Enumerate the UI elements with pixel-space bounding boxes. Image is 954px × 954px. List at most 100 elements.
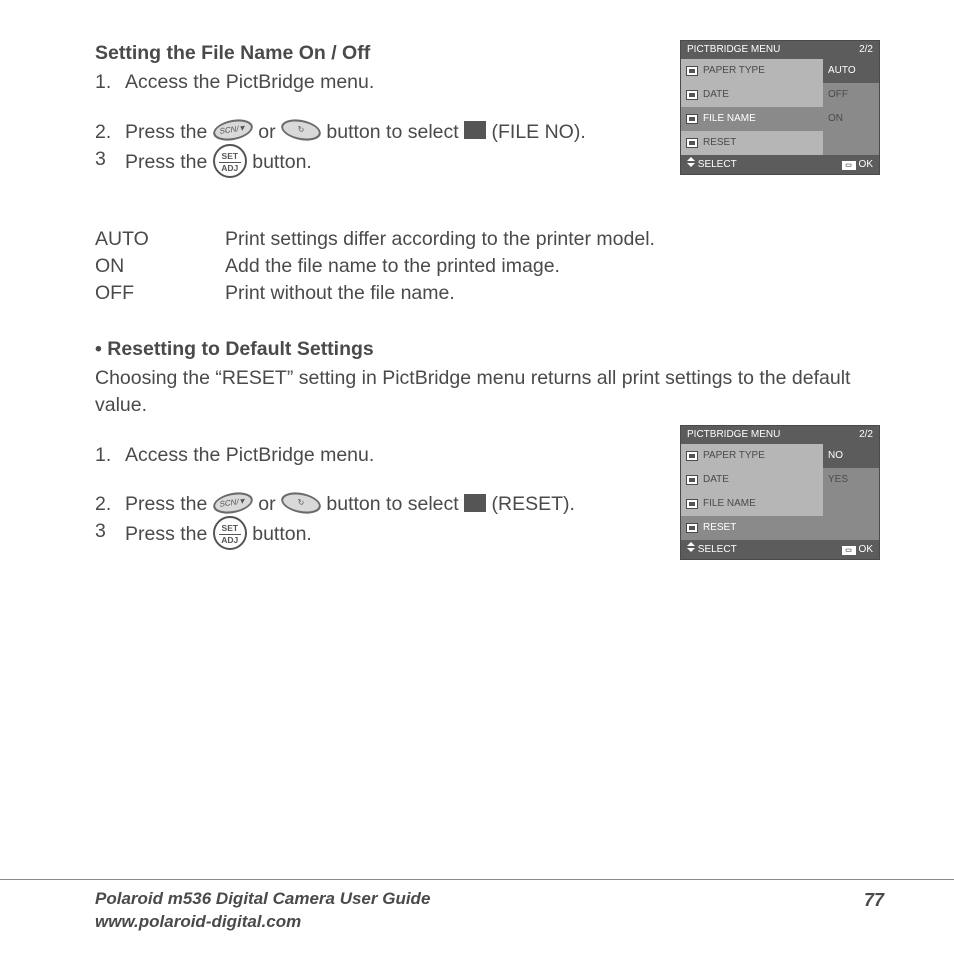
lcd-header: PICTBRIDGE MENU 2/2 [681, 426, 879, 444]
lcd-value-item: YES [823, 468, 879, 492]
lcd-left-column: PAPER TYPE DATE FILE NAME RESET [681, 444, 823, 540]
text-fragment: (RESET). [492, 493, 575, 515]
definition-row: ON Add the file name to the printed imag… [95, 253, 884, 280]
definition-term: AUTO [95, 226, 225, 253]
value-item-label: OFF [828, 88, 848, 102]
lcd-footer-ok: OK [859, 159, 873, 170]
lcd-menu-item: FILE NAME [681, 492, 823, 516]
menu-item-icon [686, 90, 698, 100]
set-adj-button-icon: SET ADJ [213, 516, 247, 550]
menu-item-label: FILE NAME [703, 497, 756, 511]
lcd-left-column: PAPER TYPE DATE FILE NAME RESET [681, 59, 823, 155]
ok-box-icon: ▭ [842, 546, 856, 555]
file-no-icon [464, 121, 486, 139]
definition-desc: Print settings differ according to the p… [225, 226, 655, 253]
scn-m-button-icon: SCN/▼ [212, 490, 253, 516]
text-fragment: Press the [125, 151, 213, 173]
definition-term: OFF [95, 280, 225, 307]
text-fragment: button. [252, 523, 312, 545]
lcd-header-page: 2/2 [859, 43, 873, 57]
lcd-menu-item: RESET [681, 516, 823, 540]
set-adj-button-icon: SET ADJ [213, 144, 247, 178]
lcd-value-item [823, 131, 879, 155]
definition-term: ON [95, 253, 225, 280]
definition-row: OFF Print without the file name. [95, 280, 884, 307]
flash-button-icon: ↻ [280, 117, 321, 143]
lcd-header-title: PICTBRIDGE MENU [687, 428, 780, 442]
text-fragment: Press the [125, 493, 213, 515]
lcd-menu-item: PAPER TYPE [681, 444, 823, 468]
menu-item-label: DATE [703, 88, 729, 102]
lcd-footer-select: SELECT [698, 544, 737, 555]
reset-icon [464, 494, 486, 512]
menu-item-icon [686, 523, 698, 533]
menu-item-icon [686, 451, 698, 461]
lcd-value-item: AUTO [823, 59, 879, 83]
footer-title: Polaroid m536 Digital Camera User Guide [95, 888, 430, 911]
text-fragment: Press the [125, 523, 213, 545]
lcd-footer-select: SELECT [698, 159, 737, 170]
menu-item-icon [686, 138, 698, 148]
adj-label: ADJ [215, 164, 245, 173]
definitions-list: AUTO Print settings differ according to … [95, 226, 884, 308]
footer-page-number: 77 [864, 888, 884, 913]
set-label: SET [215, 524, 245, 533]
lcd-footer: SELECT ▭OK [681, 540, 879, 559]
text-fragment: button to select [326, 493, 464, 515]
lcd-footer: SELECT ▭OK [681, 155, 879, 174]
lcd-menu-item: FILE NAME [681, 107, 823, 131]
value-item-label: ON [828, 112, 843, 126]
lcd-header-page: 2/2 [859, 428, 873, 442]
text-fragment: (FILE NO). [492, 121, 586, 143]
step-number: 2. [95, 119, 125, 146]
menu-item-label: PAPER TYPE [703, 64, 765, 78]
lcd-menu-item: DATE [681, 468, 823, 492]
value-item-label: YES [828, 473, 848, 487]
menu-item-icon [686, 114, 698, 124]
definition-desc: Add the file name to the printed image. [225, 253, 560, 280]
menu-item-label: DATE [703, 473, 729, 487]
lcd-menu-item: DATE [681, 83, 823, 107]
footer-url: www.polaroid-digital.com [95, 911, 430, 934]
scn-m-button-icon: SCN/▼ [212, 117, 253, 143]
lcd-right-column: NO YES [823, 444, 879, 540]
lcd-header-title: PICTBRIDGE MENU [687, 43, 780, 57]
lcd-header: PICTBRIDGE MENU 2/2 [681, 41, 879, 59]
menu-item-label: FILE NAME [703, 112, 756, 126]
ok-box-icon: ▭ [842, 161, 856, 170]
menu-item-label: RESET [703, 136, 736, 150]
lcd-value-item [823, 516, 879, 540]
menu-item-label: RESET [703, 521, 736, 535]
page-footer: Polaroid m536 Digital Camera User Guide … [0, 879, 954, 934]
text-fragment: button to select [326, 121, 464, 143]
lcd-screenshot-reset: PICTBRIDGE MENU 2/2 PAPER TYPE DATE FILE N… [680, 425, 880, 560]
set-label: SET [215, 152, 245, 161]
lcd-value-item [823, 492, 879, 516]
text-fragment: button. [252, 151, 312, 173]
value-item-label: NO [828, 449, 843, 463]
updown-icon [687, 542, 695, 552]
flash-button-icon: ↻ [280, 490, 321, 516]
adj-label: ADJ [215, 536, 245, 545]
lcd-screenshot-filename: PICTBRIDGE MENU 2/2 PAPER TYPE DATE FILE N… [680, 40, 880, 175]
step-number: 2. [95, 491, 125, 518]
section-title-reset: Resetting to Default Settings [95, 336, 884, 363]
lcd-right-column: AUTO OFF ON [823, 59, 879, 155]
text-fragment: Press the [125, 121, 213, 143]
lcd-menu-item: RESET [681, 131, 823, 155]
menu-item-icon [686, 475, 698, 485]
value-item-label: AUTO [828, 64, 856, 78]
definition-desc: Print without the file name. [225, 280, 455, 307]
lcd-value-item: ON [823, 107, 879, 131]
definition-row: AUTO Print settings differ according to … [95, 226, 884, 253]
text-fragment: or [258, 493, 281, 515]
section-intro: Choosing the “RESET” setting in PictBrid… [95, 365, 884, 420]
menu-item-icon [686, 499, 698, 509]
lcd-value-item: NO [823, 444, 879, 468]
step-number: 3 [95, 518, 125, 552]
step-number: 1. [95, 442, 125, 469]
step-number: 1. [95, 69, 125, 96]
lcd-value-item: OFF [823, 83, 879, 107]
menu-item-label: PAPER TYPE [703, 449, 765, 463]
updown-icon [687, 157, 695, 167]
